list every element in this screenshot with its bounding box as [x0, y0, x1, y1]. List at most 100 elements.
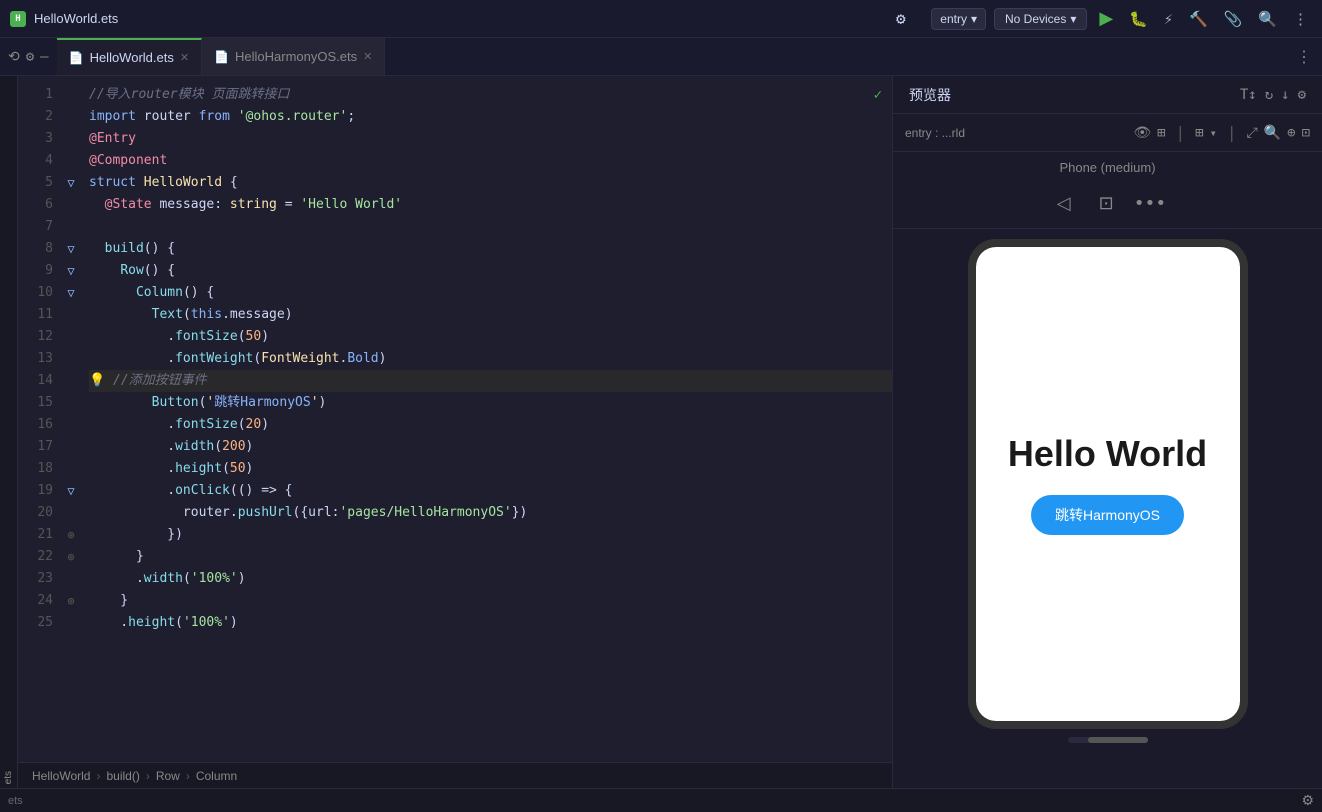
tab-minimize-icon[interactable]: — [40, 49, 48, 65]
main-area: ets 12345 678910 1112131415 1617181920 2… [0, 76, 1322, 788]
code-line-19: .onClick(() => { [89, 480, 892, 502]
hint-bulb-icon: 💡 [89, 370, 113, 392]
preview-rotate-button[interactable]: ⊡ [1091, 189, 1122, 218]
status-gear-icon[interactable]: ⚙ [1301, 792, 1314, 809]
attach-icon[interactable]: 📎 [1220, 10, 1247, 28]
preview-pane: 预览器 T↕ ↻ ↓ ⚙ entry : ...rld 👁 ⊞ | ⊞ ▾ | … [892, 76, 1322, 788]
preview-toolbar-sep-1: | [1176, 123, 1186, 142]
preview-scroll-thumb [1088, 737, 1148, 743]
jump-button[interactable]: 跳转HarmonyOS [1031, 495, 1184, 535]
preview-font-icon[interactable]: T↕ [1240, 87, 1257, 103]
entry-label: entry [940, 12, 967, 26]
breadcrumb-item-2[interactable]: build() [106, 769, 139, 783]
editor-area: 12345 678910 1112131415 1617181920 21222… [18, 76, 892, 788]
sidebar-label: ets [3, 763, 14, 784]
code-line-6: @State message: string = 'Hello World' [89, 194, 892, 216]
code-line-14: 💡 //添加按钮事件 [89, 370, 892, 392]
debug-icon[interactable]: 🐛 [1125, 10, 1152, 28]
code-line-5: struct HelloWorld { [89, 172, 892, 194]
search-icon[interactable]: 🔍 [1254, 10, 1281, 28]
tab-harmonyos-label: HelloHarmonyOS.ets [235, 49, 357, 64]
code-line-13: .fontWeight(FontWeight.Bold) [89, 348, 892, 370]
code-line-4: @Component [89, 150, 892, 172]
preview-expand-icon[interactable]: ⤢ [1246, 125, 1257, 141]
run-button[interactable]: ▶ [1095, 8, 1117, 29]
preview-entry-label: entry : ...rld [905, 126, 965, 140]
code-line-8: build() { [89, 238, 892, 260]
tab-harmonyos-close[interactable]: ✕ [363, 50, 372, 63]
preview-fit-icon[interactable]: ⊡ [1302, 125, 1310, 141]
tab-helloharmomy[interactable]: 📄 HelloHarmonyOS.ets ✕ [202, 38, 385, 75]
tab-helloworld-close[interactable]: ✕ [180, 51, 189, 64]
tab-file2-icon: 📄 [214, 50, 229, 64]
preview-header-actions: T↕ ↻ ↓ ⚙ [1240, 87, 1306, 103]
code-line-17: .width(200) [89, 436, 892, 458]
preview-zoom-in-icon[interactable]: ⊕ [1287, 125, 1295, 141]
entry-dropdown[interactable]: entry ▾ [931, 8, 986, 30]
project-title: HelloWorld.ets [34, 11, 118, 26]
preview-grid-icon[interactable]: ⊞ [1195, 125, 1203, 141]
title-bar: H HelloWorld.ets ⚙ entry ▾ No Devices ▾ … [0, 0, 1322, 38]
tab-left-actions: ⟲ ⚙ — [0, 38, 57, 75]
tab-settings-icon[interactable]: ⚙ [26, 49, 34, 65]
code-editor[interactable]: //导入router模块 页面跳转接口 ✓ import router from… [79, 76, 892, 762]
breadcrumb-sep-3: › [186, 769, 190, 783]
phone-screen: Hello World 跳转HarmonyOS [976, 247, 1240, 721]
comment-router: //导入router模块 页面跳转接口 [89, 84, 289, 106]
entry-chevron-icon: ▾ [971, 12, 977, 26]
tab-bar: ⟲ ⚙ — 📄 HelloWorld.ets ✕ 📄 HelloHarmonyO… [0, 38, 1322, 76]
breadcrumb-item-4[interactable]: Column [196, 769, 237, 783]
left-sidebar: ets [0, 76, 18, 788]
no-devices-chevron-icon: ▾ [1070, 12, 1076, 26]
preview-scrollbar[interactable] [1068, 737, 1148, 743]
preview-back-button[interactable]: ◁ [1049, 189, 1079, 218]
code-line-24: } [89, 590, 892, 612]
navigate-back-icon[interactable]: ⟲ [8, 49, 20, 65]
breadcrumb-sep-1: › [96, 769, 100, 783]
tab-helloworld[interactable]: 📄 HelloWorld.ets ✕ [57, 38, 202, 75]
code-line-11: Text(this.message) [89, 304, 892, 326]
phone-frame: Hello World 跳转HarmonyOS [968, 239, 1248, 729]
preview-layers-icon[interactable]: ⊞ [1157, 125, 1165, 141]
profile-icon[interactable]: ⚡ [1160, 10, 1177, 28]
code-line-21: }) [89, 524, 892, 546]
preview-download-icon[interactable]: ↓ [1281, 87, 1289, 103]
preview-more-icon[interactable]: ••• [1134, 193, 1167, 214]
checkmark-icon: ✓ [874, 84, 882, 106]
build-icon[interactable]: 🔨 [1185, 10, 1212, 28]
status-file-type: ets [8, 795, 23, 807]
preview-refresh-icon[interactable]: ↻ [1265, 87, 1273, 103]
code-line-15: Button('跳转HarmonyOS') [89, 392, 892, 414]
code-line-7 [89, 216, 892, 238]
line-numbers: 12345 678910 1112131415 1617181920 21222… [18, 76, 63, 762]
preview-device-label: Phone (medium) [893, 152, 1322, 179]
status-bar: ets ⚙ [0, 788, 1322, 812]
code-line-9: Row() { [89, 260, 892, 282]
breadcrumb-item-3[interactable]: Row [156, 769, 180, 783]
code-line-16: .fontSize(20) [89, 414, 892, 436]
breadcrumb-item-1[interactable]: HelloWorld [32, 769, 90, 783]
status-bar-right: ⚙ [1301, 792, 1314, 809]
preview-content: Hello World 跳转HarmonyOS [893, 229, 1322, 788]
tab-file-icon: 📄 [69, 51, 84, 65]
tabs-more-button[interactable]: ⋮ [1286, 38, 1322, 75]
editor-content: 12345 678910 1112131415 1617181920 21222… [18, 76, 892, 762]
code-line-22: } [89, 546, 892, 568]
preview-toolbar: entry : ...rld 👁 ⊞ | ⊞ ▾ | ⤢ 🔍 ⊕ ⊡ [893, 114, 1322, 152]
preview-settings-icon[interactable]: ⚙ [1298, 87, 1306, 103]
preview-toolbar-sep-2: | [1227, 123, 1237, 142]
breadcrumb-bar: HelloWorld › build() › Row › Column [18, 762, 892, 788]
breadcrumb-sep-2: › [146, 769, 150, 783]
code-line-1: //导入router模块 页面跳转接口 ✓ [89, 84, 892, 106]
preview-zoom-out-icon[interactable]: 🔍 [1264, 125, 1281, 141]
preview-chevron-icon[interactable]: ▾ [1210, 126, 1217, 140]
code-line-18: .height(50) [89, 458, 892, 480]
preview-controls: ◁ ⊡ ••• [893, 179, 1322, 229]
code-line-10: Column() { [89, 282, 892, 304]
preview-header: 预览器 T↕ ↻ ↓ ⚙ [893, 76, 1322, 114]
no-devices-dropdown[interactable]: No Devices ▾ [994, 8, 1087, 30]
settings-icon[interactable]: ⚙ [896, 9, 906, 28]
preview-eye-icon[interactable]: 👁 [1133, 125, 1151, 141]
code-line-20: router.pushUrl({url:'pages/HelloHarmonyO… [89, 502, 892, 524]
more-actions-icon[interactable]: ⋮ [1289, 10, 1312, 28]
